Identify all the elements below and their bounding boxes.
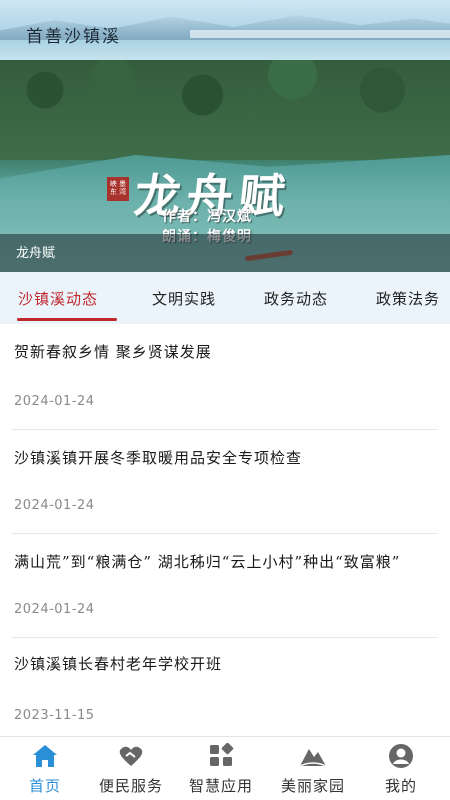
nav-smart-apps[interactable]: 智慧应用 xyxy=(176,737,266,800)
banner-caption-bar xyxy=(0,234,450,272)
news-title: 贺新春叙乡情 聚乡贤谋发展 xyxy=(14,343,212,361)
forest-image xyxy=(0,60,450,160)
news-date: 2024-01-24 xyxy=(14,394,95,409)
nav-label: 我的 xyxy=(384,777,417,795)
active-tab-indicator xyxy=(17,318,117,321)
seal-stamp: 峡 墨 东 湾 xyxy=(107,177,129,201)
list-item[interactable]: 贺新春叙乡情 聚乡贤谋发展 2024-01-24 xyxy=(12,324,438,430)
nav-label: 首页 xyxy=(28,777,61,795)
nav-label: 智慧应用 xyxy=(188,777,253,795)
handshake-icon xyxy=(119,746,143,766)
bridge-backdrop xyxy=(190,30,450,38)
tab-town-news[interactable]: 沙镇溪动态 xyxy=(18,288,98,309)
news-date: 2024-01-24 xyxy=(14,602,95,617)
app-title: 首善沙镇溪 xyxy=(26,27,121,47)
home-icon xyxy=(33,745,57,767)
news-date: 2023-11-15 xyxy=(14,708,95,723)
tab-civilization-practice[interactable]: 文明实践 xyxy=(152,288,216,309)
news-title: 沙镇溪镇开展冬季取暖用品安全专项检查 xyxy=(14,449,303,467)
mountain-icon xyxy=(299,749,327,767)
banner-author: 作者：冯汉斌 xyxy=(162,209,252,225)
news-title: 沙镇溪镇长春村老年学校开班 xyxy=(14,655,223,673)
list-item[interactable]: 沙镇溪镇开展冬季取暖用品安全专项检查 2024-01-24 xyxy=(12,430,438,534)
apps-grid-icon xyxy=(210,743,234,766)
list-item[interactable]: 沙镇溪镇长春村老年学校开班 2023-11-15 xyxy=(12,638,438,738)
news-title: 满山荒”到“粮满仓” 湖北秭归“云上小村”种出“致富粮” xyxy=(14,553,401,571)
tab-government-news[interactable]: 政务动态 xyxy=(264,288,328,309)
category-tabs: 沙镇溪动态 文明实践 政务动态 政策法务 xyxy=(0,272,450,324)
nav-services[interactable]: 便民服务 xyxy=(86,737,176,800)
nav-beautiful-home[interactable]: 美丽家园 xyxy=(268,737,358,800)
nav-mine[interactable]: 我的 xyxy=(356,737,446,800)
banner-carousel[interactable]: 峡 墨 东 湾 龙舟赋 作者：冯汉斌 朗诵：梅俊明 龙舟赋 xyxy=(0,60,450,272)
nav-label: 美丽家园 xyxy=(280,777,345,795)
news-date: 2024-01-24 xyxy=(14,498,95,513)
tab-policy-law[interactable]: 政策法务 xyxy=(376,288,440,309)
bottom-nav: 首页 便民服务 智慧应用 美丽家园 我的 xyxy=(0,736,450,800)
user-icon xyxy=(389,744,413,768)
nav-home[interactable]: 首页 xyxy=(0,737,90,800)
list-item[interactable]: 满山荒”到“粮满仓” 湖北秭归“云上小村”种出“致富粮” 2024-01-24 xyxy=(12,534,438,638)
nav-label: 便民服务 xyxy=(98,777,163,795)
banner-caption: 龙舟赋 xyxy=(16,246,56,261)
top-header: 首善沙镇溪 xyxy=(0,0,450,60)
